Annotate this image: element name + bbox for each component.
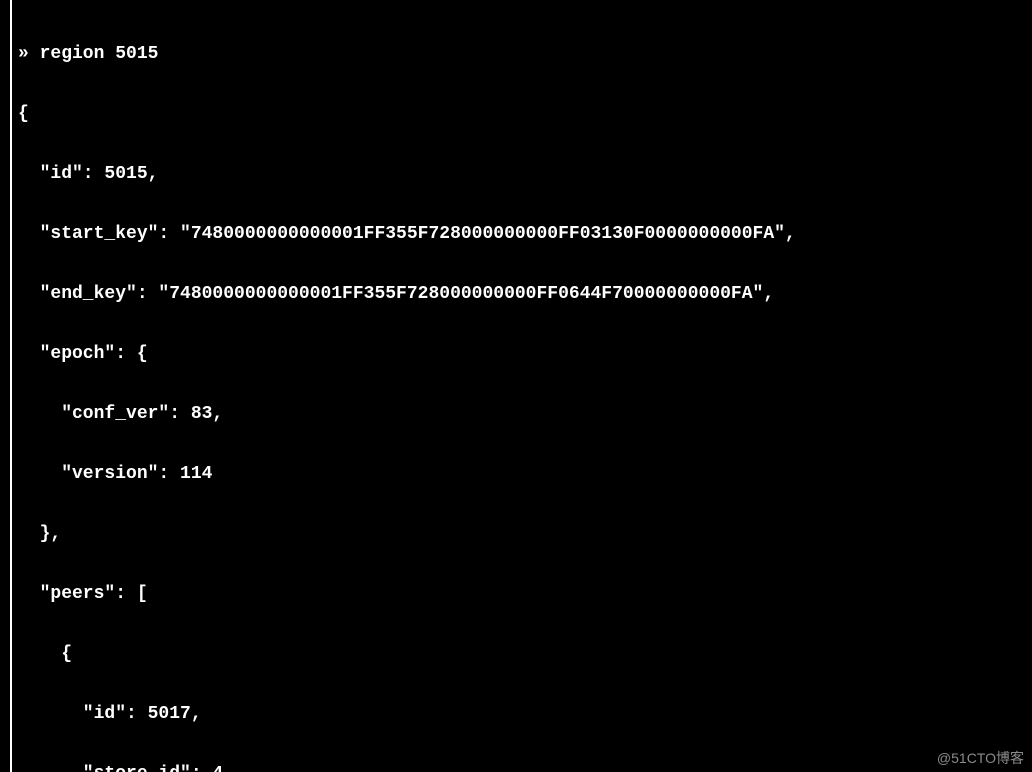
json-line: "conf_ver": 83, [18, 404, 1032, 424]
json-line: "store_id": 4, [18, 764, 1032, 772]
json-line: "epoch": { [18, 344, 1032, 364]
json-line: "peers": [ [18, 584, 1032, 604]
command-line[interactable]: » region 5015 [18, 44, 1032, 64]
json-line: }, [18, 524, 1032, 544]
json-line: "id": 5017, [18, 704, 1032, 724]
terminal-output: » region 5015 { "id": 5015, "start_key":… [0, 0, 1032, 772]
json-line: { [18, 644, 1032, 664]
json-line: "id": 5015, [18, 164, 1032, 184]
json-line: "start_key": "7480000000000001FF355F7280… [18, 224, 1032, 244]
json-line: { [18, 104, 1032, 124]
prompt: » region 5015 [18, 44, 158, 64]
json-line: "end_key": "7480000000000001FF355F728000… [18, 284, 1032, 304]
json-line: "version": 114 [18, 464, 1032, 484]
